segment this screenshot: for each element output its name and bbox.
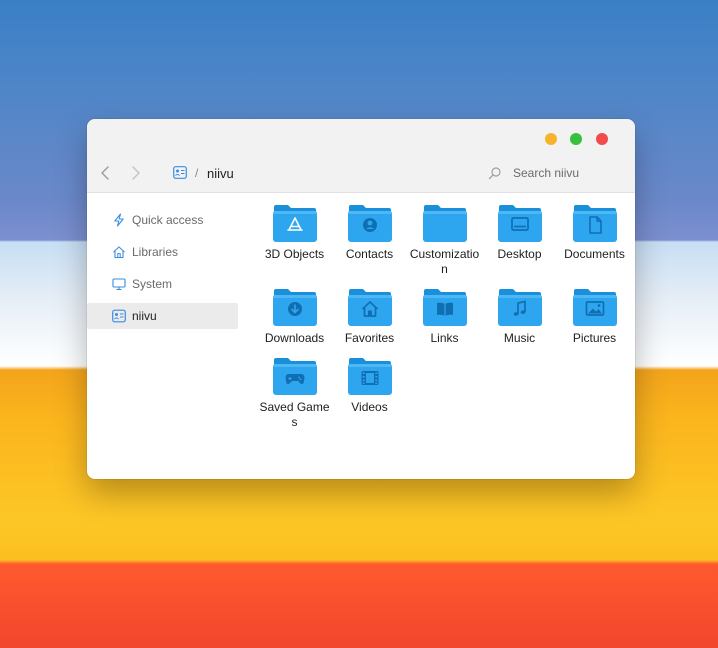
folder-item[interactable]: Customization xyxy=(407,203,482,277)
user-card-icon xyxy=(112,309,126,323)
sidebar-item-label: System xyxy=(132,277,173,291)
forward-button[interactable] xyxy=(127,164,143,182)
sidebar-item-label: Quick access xyxy=(132,213,204,227)
folder-label: Saved Games xyxy=(259,400,330,429)
chevron-left-icon xyxy=(101,166,109,180)
user-card-icon xyxy=(173,166,187,179)
folder-label: Contacts xyxy=(345,247,394,261)
folder-label: Favorites xyxy=(344,331,395,345)
folder-item[interactable]: Saved Games xyxy=(257,356,332,430)
home-icon xyxy=(332,287,407,327)
download-icon xyxy=(257,287,332,327)
title-bar: / niivu xyxy=(87,119,635,193)
app-store-icon xyxy=(257,203,332,243)
folder-item[interactable]: Pictures xyxy=(557,287,632,346)
back-button[interactable] xyxy=(98,164,114,182)
folder-label: Customization xyxy=(409,247,480,276)
breadcrumb-separator: / xyxy=(195,166,199,180)
chevron-right-icon xyxy=(132,166,140,180)
document-icon xyxy=(557,203,632,243)
music-note-icon xyxy=(482,287,557,327)
folder-item[interactable]: Documents xyxy=(557,203,632,262)
folder-item[interactable]: Desktop xyxy=(482,203,557,262)
folder-label: Links xyxy=(430,331,459,345)
sidebar-item-system[interactable]: System xyxy=(87,271,238,297)
folder-item[interactable]: Contacts xyxy=(332,203,407,262)
folder-item[interactable]: Videos xyxy=(332,356,407,415)
folder-item[interactable]: Favorites xyxy=(332,287,407,346)
folder-icon xyxy=(407,203,482,243)
sidebar-item-quick-access[interactable]: Quick access xyxy=(87,207,238,233)
folder-label: 3D Objects xyxy=(264,247,325,261)
maximize-button[interactable] xyxy=(570,133,582,145)
sidebar: Quick access Libraries System niivu xyxy=(87,193,238,335)
explorer-window: / niivu Quick access Libraries xyxy=(87,119,635,479)
folder-item[interactable]: Music xyxy=(482,287,557,346)
picture-icon xyxy=(557,287,632,327)
sidebar-item-libraries[interactable]: Libraries xyxy=(87,239,238,265)
book-icon xyxy=(407,287,482,327)
folder-label: Videos xyxy=(351,400,388,414)
folder-label: Documents xyxy=(564,247,625,261)
close-button[interactable] xyxy=(596,133,608,145)
monitor-icon xyxy=(112,278,126,291)
folder-label: Music xyxy=(503,331,536,345)
search-input[interactable] xyxy=(509,162,627,184)
folder-label: Desktop xyxy=(497,247,542,261)
folder-label: Downloads xyxy=(264,331,325,345)
folder-label: Pictures xyxy=(572,331,617,345)
folder-item[interactable]: 3D Objects xyxy=(257,203,332,262)
lightning-icon xyxy=(114,213,124,227)
desktop-icon xyxy=(482,203,557,243)
home-icon xyxy=(113,246,125,259)
sidebar-item-niivu[interactable]: niivu xyxy=(87,303,238,329)
film-icon xyxy=(332,356,407,396)
breadcrumb-current[interactable]: niivu xyxy=(207,166,234,181)
folder-item[interactable]: Links xyxy=(407,287,482,346)
sidebar-item-label: Libraries xyxy=(132,245,179,259)
contact-icon xyxy=(332,203,407,243)
sidebar-item-label: niivu xyxy=(132,309,157,323)
search-icon xyxy=(488,166,502,180)
minimize-button[interactable] xyxy=(545,133,557,145)
folder-item[interactable]: Downloads xyxy=(257,287,332,346)
gamepad-icon xyxy=(257,356,332,396)
